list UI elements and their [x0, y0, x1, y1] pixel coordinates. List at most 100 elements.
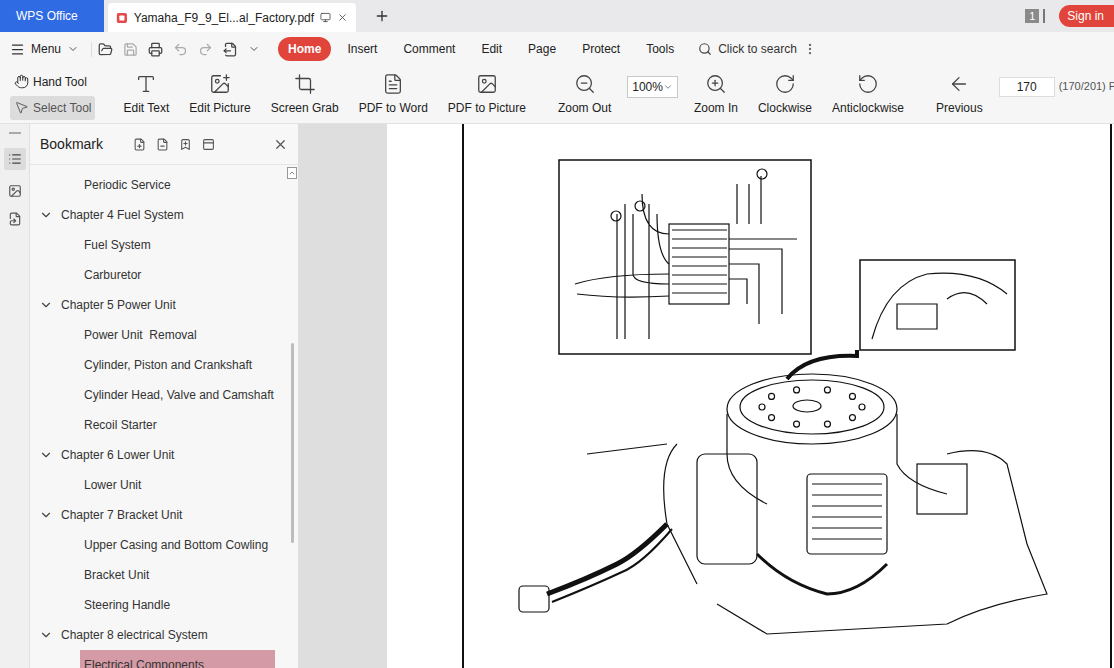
chevron-icon[interactable] — [39, 448, 53, 462]
convert-button-icon — [476, 73, 498, 95]
convert-button[interactable]: Screen Grab — [267, 73, 343, 117]
window-count[interactable]: 1 — [1025, 0, 1045, 32]
bookmark-item[interactable]: Chapter 7 Bracket Unit — [30, 500, 286, 530]
pdf-page — [387, 124, 1114, 668]
new-tab-button[interactable] — [374, 0, 390, 32]
zoom-in-button-icon — [705, 73, 727, 95]
convert-button[interactable]: Edit Picture — [185, 73, 254, 117]
attachment-icon[interactable] — [8, 212, 22, 226]
search-icon — [698, 42, 712, 56]
pointer-icon — [14, 100, 29, 115]
title-bar: WPS OfficeYamaha_F9_9_El...al_Factory.pd… — [0, 0, 1114, 32]
chevron-icon[interactable] — [39, 208, 53, 222]
bookmark-item[interactable]: Chapter 6 Lower Unit — [30, 440, 286, 470]
zoom-select[interactable]: 100% — [627, 76, 678, 98]
add-bookmark-icon[interactable] — [179, 138, 192, 151]
sign-in-button[interactable]: Sign in — [1059, 5, 1114, 27]
toolbar: Hand ToolSelect Tool Edit Text Edit Pictur… — [0, 66, 1114, 124]
previous-button[interactable]: Previous — [932, 73, 987, 117]
bookmark-item[interactable]: Chapter 4 Fuel System — [30, 200, 286, 230]
side-icon-strip — [0, 124, 30, 668]
bookmark-item[interactable]: Bracket Unit — [30, 560, 286, 590]
ribbon-tab[interactable]: Comment — [393, 37, 465, 61]
ribbon-tab[interactable]: Tools — [636, 37, 684, 61]
convert-button[interactable]: PDF to Picture — [444, 73, 530, 117]
bookmark-item[interactable]: Lower Unit — [30, 470, 286, 500]
bookmark-item[interactable]: Electrical Components — [30, 650, 286, 668]
document-tab[interactable]: Yamaha_F9_9_El...al_Factory.pdf — [108, 3, 356, 32]
bookmark-panel: BookmarkPeriodic ServiceChapter 4 Fuel S… — [30, 124, 298, 668]
menu-icon — [10, 42, 25, 57]
scroll-up-icon — [288, 169, 296, 177]
select-mode[interactable]: Select Tool — [10, 96, 95, 120]
bookmark-panel-button[interactable] — [4, 148, 26, 170]
previous-button-icon — [948, 73, 970, 95]
bookmark-item[interactable]: Power Unit Removal — [30, 320, 286, 350]
close-icon[interactable] — [337, 11, 348, 24]
bookmark-item[interactable]: Periodic Service — [30, 170, 286, 200]
bar-icon — [1043, 9, 1045, 23]
expand-all-icon[interactable] — [133, 138, 146, 151]
chevron-icon[interactable] — [39, 628, 53, 642]
bookmark-item[interactable]: Fuel System — [30, 230, 286, 260]
print-icon[interactable] — [148, 42, 163, 57]
wps-window: WPS OfficeYamaha_F9_9_El...al_Factory.pd… — [0, 0, 1114, 668]
dropdown-icon — [663, 82, 673, 92]
ribbon-tab[interactable]: Protect — [572, 37, 630, 61]
convert-button[interactable]: PDF to Word — [355, 73, 432, 117]
ribbon-tab[interactable]: Insert — [337, 37, 387, 61]
close-panel-icon[interactable] — [273, 137, 288, 152]
rotate-button[interactable]: Clockwise — [754, 73, 816, 117]
pdf-icon — [116, 11, 128, 25]
hand-icon — [14, 74, 29, 89]
wiring-diagram-illustration — [387, 124, 1114, 668]
rotate-button-icon — [857, 73, 879, 95]
more-vertical-icon[interactable] — [803, 42, 817, 56]
bookmark-item[interactable]: Upper Casing and Bottom Cowling — [30, 530, 286, 560]
bookmark-options-icon[interactable] — [202, 138, 215, 151]
bookmark-item[interactable]: Cylinder, Piston and Crankshaft — [30, 350, 286, 380]
open-icon[interactable] — [98, 42, 113, 57]
bookmark-item[interactable]: Cylinder Head, Valve and Camshaft — [30, 380, 286, 410]
viewer-background — [298, 124, 387, 668]
bookmark-item[interactable]: Recoil Starter — [30, 410, 286, 440]
chevron-icon — [67, 43, 79, 55]
rotate-button-icon — [774, 73, 796, 95]
app-tab[interactable]: WPS Office — [0, 0, 104, 32]
bookmark-item[interactable]: Carburetor — [30, 260, 286, 290]
page-input[interactable]: 170 — [999, 77, 1055, 97]
convert-button-icon — [135, 73, 157, 95]
ribbon-tab[interactable]: Page — [518, 37, 566, 61]
search-box[interactable]: Click to search — [698, 40, 817, 58]
bookmark-item[interactable]: Chapter 8 electrical System — [30, 620, 286, 650]
bookmark-item[interactable]: Chapter 5 Power Unit — [30, 290, 286, 320]
convert-button-icon — [382, 73, 404, 95]
list-icon — [8, 152, 22, 166]
convert-button-icon — [209, 73, 231, 95]
bookmark-scrollbar[interactable] — [286, 165, 298, 668]
chevron-icon[interactable] — [39, 508, 53, 522]
plus-icon — [374, 8, 390, 24]
page-info: (170/201) Page — [1059, 78, 1114, 95]
convert-button-icon — [294, 73, 316, 95]
zoom-in-button[interactable]: Zoom In — [690, 73, 742, 117]
thumbnail-icon[interactable] — [8, 184, 22, 198]
convert-button[interactable]: Edit Text — [119, 73, 173, 117]
export-icon[interactable] — [223, 42, 238, 57]
menu-bar: Menu HomeInsertCommentEditPageProtectTool… — [0, 32, 1114, 66]
more-icon[interactable] — [248, 43, 260, 55]
menu-button[interactable]: Menu — [10, 40, 87, 58]
collapse-all-icon[interactable] — [156, 138, 169, 151]
bookmark-item[interactable]: Steering Handle — [30, 590, 286, 620]
chevron-icon[interactable] — [39, 298, 53, 312]
zoom-out-button-icon — [574, 73, 596, 95]
monitor-icon[interactable] — [320, 11, 331, 24]
select-mode[interactable]: Hand Tool — [10, 70, 95, 94]
ribbon-tab[interactable]: Edit — [471, 37, 512, 61]
rotate-button[interactable]: Anticlockwise — [828, 73, 908, 117]
ribbon-tab[interactable]: Home — [278, 37, 331, 61]
save-icon[interactable] — [123, 42, 138, 57]
undo-icon[interactable] — [173, 42, 188, 57]
zoom-out-button[interactable]: Zoom Out — [554, 73, 615, 117]
redo-icon[interactable] — [198, 42, 213, 57]
